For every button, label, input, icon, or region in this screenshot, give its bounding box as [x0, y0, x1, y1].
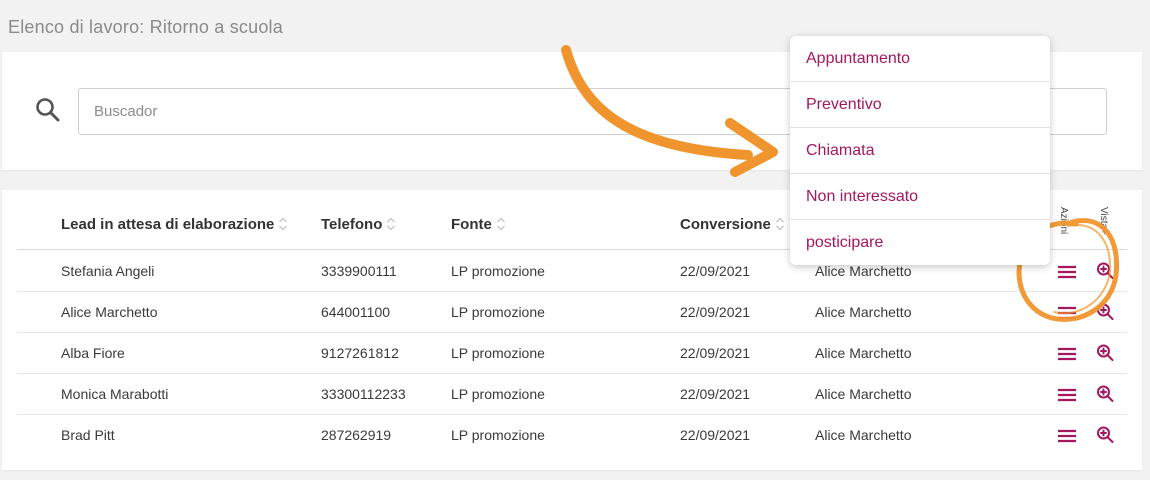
- zoom-in-icon[interactable]: [1095, 261, 1117, 281]
- sort-icon[interactable]: [278, 215, 288, 233]
- menu-icon[interactable]: [1056, 262, 1078, 282]
- cell-agent: Alice Marchetto: [815, 263, 912, 279]
- page-title: Elenco di lavoro: Ritorno a scuola: [8, 17, 283, 37]
- sort-icon[interactable]: [775, 215, 785, 233]
- zoom-in-icon[interactable]: [1095, 425, 1117, 445]
- dropdown-item-chiamata[interactable]: Chiamata: [790, 128, 1050, 174]
- cell-name: Monica Marabotti: [61, 386, 169, 402]
- sort-icon[interactable]: [496, 215, 506, 233]
- column-header-lead[interactable]: Lead in attesa di elaborazione: [61, 215, 288, 233]
- column-header-actions: Azioni: [1058, 207, 1069, 235]
- cell-source: LP promozione: [451, 427, 545, 443]
- zoom-in-icon[interactable]: [1095, 343, 1117, 363]
- cell-phone: 644001100: [321, 304, 391, 320]
- divider: [17, 291, 1127, 292]
- cell-name: Stefania Angeli: [61, 263, 155, 279]
- column-header-source[interactable]: Fonte: [451, 215, 506, 233]
- actions-dropdown-menu: Appuntamento Preventivo Chiamata Non int…: [790, 36, 1050, 265]
- menu-icon[interactable]: [1056, 385, 1078, 405]
- divider: [17, 373, 1127, 374]
- cell-date: 22/09/2021: [680, 345, 751, 361]
- cell-source: LP promozione: [451, 263, 545, 279]
- cell-agent: Alice Marchetto: [815, 345, 912, 361]
- search-icon[interactable]: [34, 96, 62, 124]
- cell-date: 22/09/2021: [680, 304, 751, 320]
- divider: [17, 414, 1127, 415]
- cell-source: LP promozione: [451, 345, 545, 361]
- cell-date: 22/09/2021: [680, 386, 751, 402]
- zoom-in-icon[interactable]: [1095, 302, 1117, 322]
- cell-date: 22/09/2021: [680, 263, 751, 279]
- column-header-conversion[interactable]: Conversione: [680, 215, 785, 233]
- divider: [17, 332, 1127, 333]
- cell-name: Brad Pitt: [61, 427, 115, 443]
- cell-agent: Alice Marchetto: [815, 427, 912, 443]
- cell-phone: 33300112233: [321, 386, 406, 402]
- cell-source: LP promozione: [451, 386, 545, 402]
- column-header-phone[interactable]: Telefono: [321, 215, 396, 233]
- cell-phone: 287262919: [321, 427, 392, 443]
- dropdown-item-posticipare[interactable]: posticipare: [790, 220, 1050, 265]
- cell-source: LP promozione: [451, 304, 545, 320]
- menu-icon[interactable]: [1056, 426, 1078, 446]
- sort-icon[interactable]: [386, 215, 396, 233]
- cell-agent: Alice Marchetto: [815, 386, 912, 402]
- dropdown-item-appuntamento[interactable]: Appuntamento: [790, 36, 1050, 82]
- menu-icon[interactable]: [1056, 303, 1078, 323]
- cell-phone: 9127261812: [321, 345, 399, 361]
- zoom-in-icon[interactable]: [1095, 384, 1117, 404]
- dropdown-item-non-interessato[interactable]: Non interessato: [790, 174, 1050, 220]
- menu-icon[interactable]: [1056, 344, 1078, 364]
- cell-name: Alba Fiore: [61, 345, 125, 361]
- column-header-detail: Vista+: [1098, 207, 1109, 235]
- cell-agent: Alice Marchetto: [815, 304, 912, 320]
- cell-phone: 3339900111: [321, 263, 397, 279]
- dropdown-item-preventivo[interactable]: Preventivo: [790, 82, 1050, 128]
- cell-name: Alice Marchetto: [61, 304, 158, 320]
- cell-date: 22/09/2021: [680, 427, 751, 443]
